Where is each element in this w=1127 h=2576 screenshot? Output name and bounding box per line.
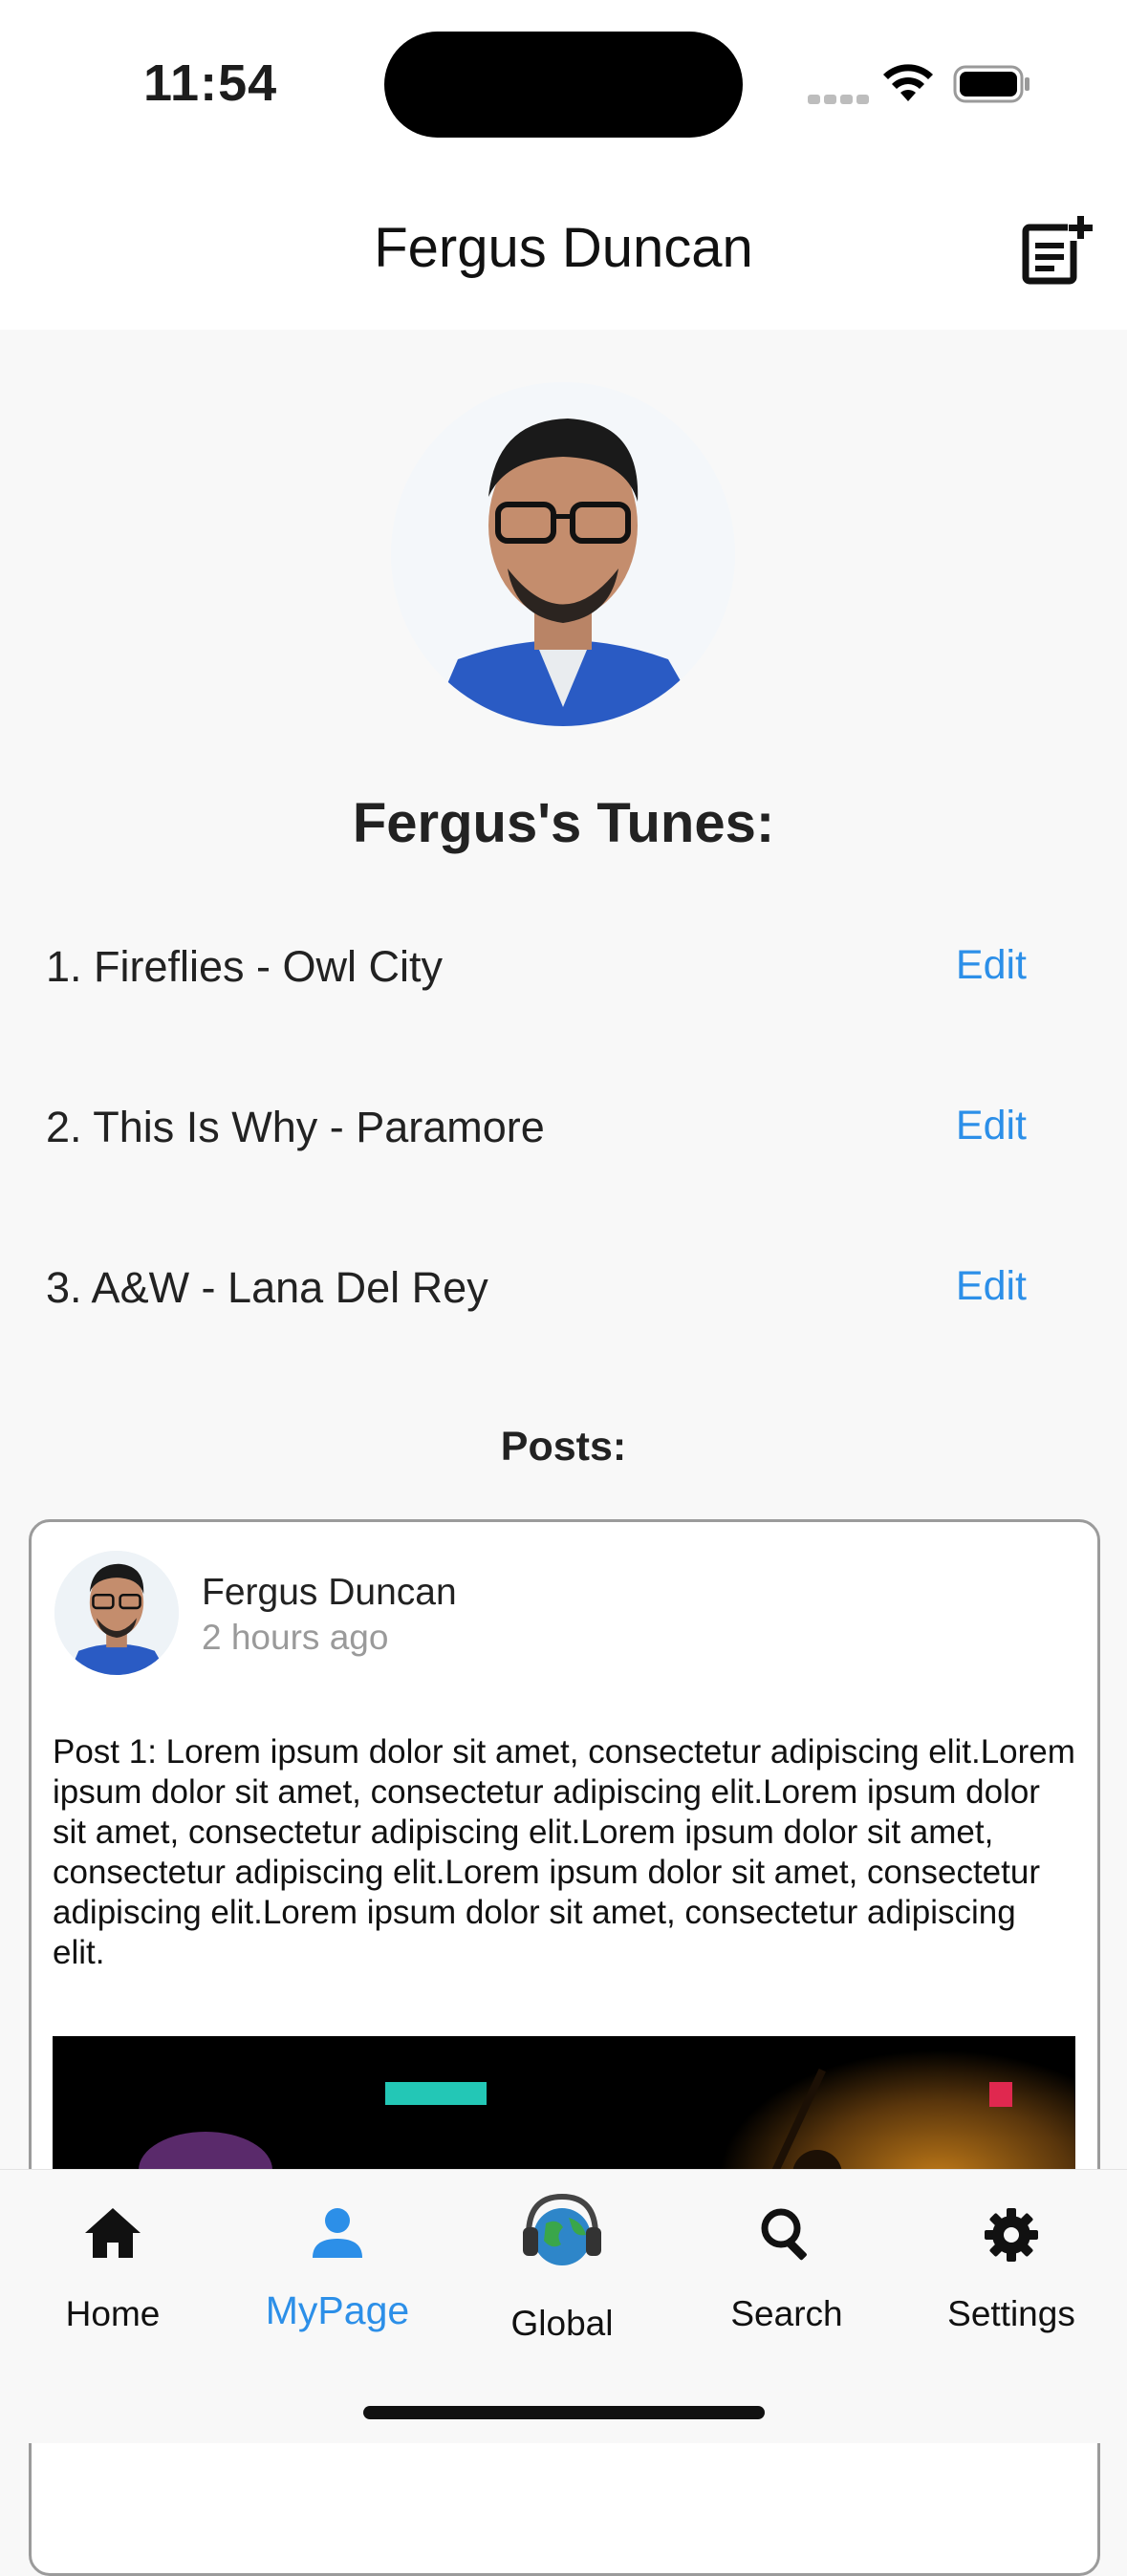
tune-label: 3. A&W - Lana Del Rey xyxy=(46,1263,488,1312)
tab-label: Search xyxy=(730,2294,843,2333)
tab-home[interactable]: Home xyxy=(8,2170,218,2333)
tune-label: 2. This Is Why - Paramore xyxy=(46,1103,545,1151)
tune-label: 1. Fireflies - Owl City xyxy=(46,942,444,991)
battery-icon xyxy=(953,65,1029,103)
post-timestamp: 2 hours ago xyxy=(202,1618,389,1657)
post-author-avatar[interactable] xyxy=(54,1551,179,1675)
person-icon xyxy=(313,2208,362,2258)
status-bar: 11:54 xyxy=(0,0,1127,172)
gear-icon xyxy=(985,2208,1038,2262)
status-time: 11:54 xyxy=(143,54,278,112)
tune-item: 2. This Is Why - Paramore Edit xyxy=(46,1103,1040,1179)
tab-settings[interactable]: Settings xyxy=(906,2170,1116,2333)
profile-photo xyxy=(391,382,735,726)
app-header: Fergus Duncan xyxy=(0,172,1127,330)
note-add-icon[interactable] xyxy=(1020,214,1093,287)
wifi-icon xyxy=(883,64,933,101)
tune-item: 1. Fireflies - Owl City Edit xyxy=(46,942,1040,1019)
tab-label: Global xyxy=(510,2304,614,2343)
search-icon xyxy=(761,2208,807,2261)
cellular-signal-icon xyxy=(808,92,873,109)
home-icon xyxy=(85,2208,141,2258)
tab-bar: Home MyPage Global Search Settings xyxy=(0,2169,1127,2443)
globe-headphones-icon xyxy=(523,2193,601,2265)
edit-tune-button[interactable]: Edit xyxy=(956,942,1027,989)
dynamic-island xyxy=(384,32,743,138)
post-body-text: Post 1: Lorem ipsum dolor sit amet, cons… xyxy=(53,1733,1075,1971)
tab-label: Home xyxy=(65,2294,161,2333)
tab-label: MyPage xyxy=(265,2288,410,2332)
tunes-title: Fergus's Tunes: xyxy=(352,792,775,854)
edit-tune-button[interactable]: Edit xyxy=(956,1263,1027,1310)
tune-item: 3. A&W - Lana Del Rey Edit xyxy=(46,1263,1040,1340)
profile-avatar[interactable] xyxy=(391,382,735,726)
tab-mypage[interactable]: MyPage xyxy=(232,2170,443,2332)
author-photo xyxy=(54,1551,179,1675)
page-title: Fergus Duncan xyxy=(374,217,753,279)
edit-tune-button[interactable]: Edit xyxy=(956,1103,1027,1149)
tab-label: Settings xyxy=(947,2294,1075,2333)
tab-global[interactable]: Global xyxy=(457,2170,667,2343)
home-indicator[interactable] xyxy=(363,2406,765,2419)
tab-search[interactable]: Search xyxy=(682,2170,892,2333)
posts-title: Posts: xyxy=(500,1424,627,1470)
post-author-name[interactable]: Fergus Duncan xyxy=(202,1572,457,1614)
